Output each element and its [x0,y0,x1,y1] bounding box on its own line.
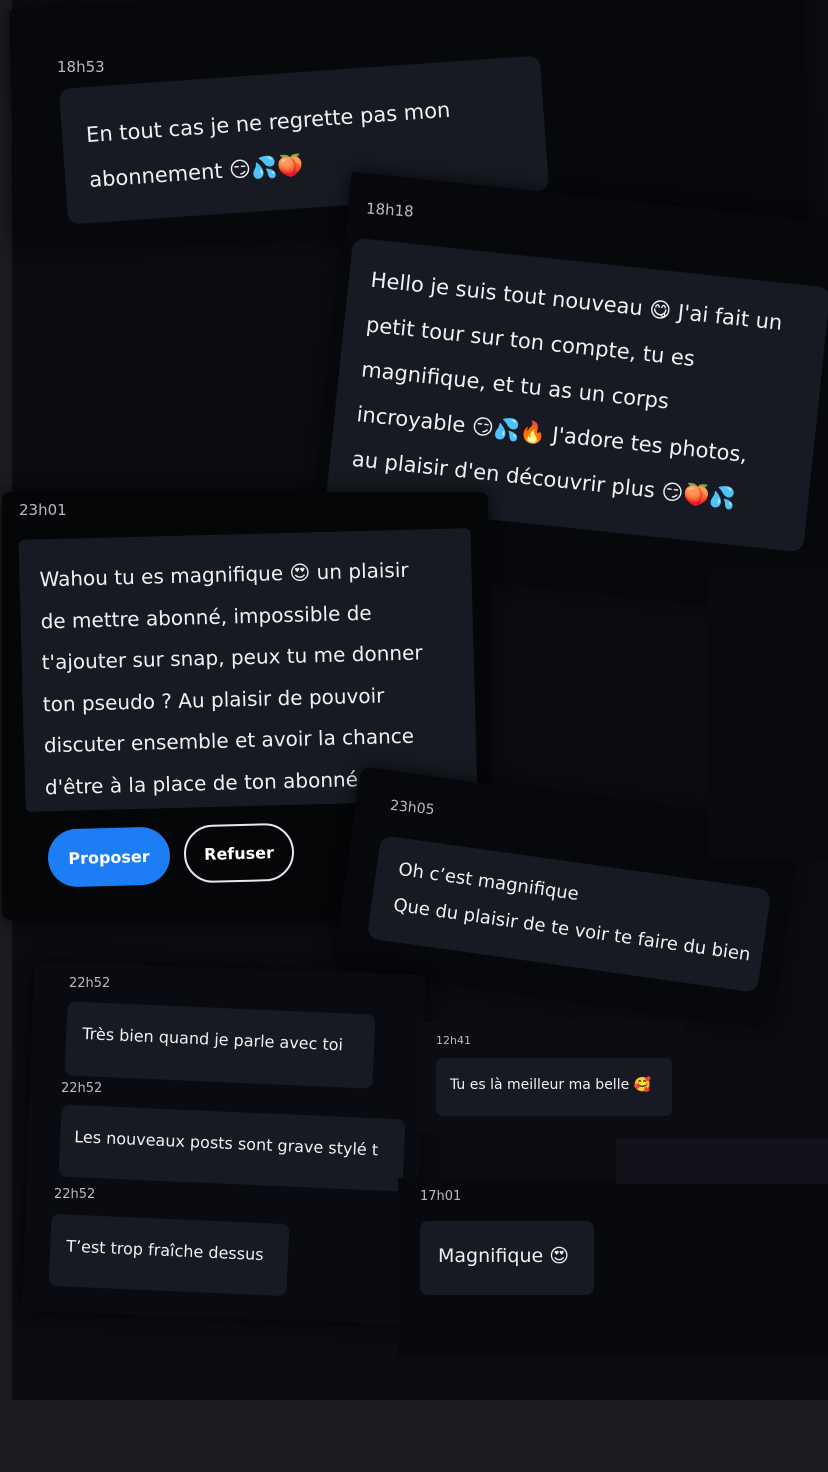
message-text: Tu es là meilleur ma belle 🥰 [450,1077,652,1093]
message-timestamp: 22h52 [61,1081,103,1096]
message-timestamp: 17h01 [420,1189,462,1204]
message-timestamp: 22h52 [54,1187,96,1202]
message-bubble: Les nouveaux posts sont grave stylé t [58,1104,406,1192]
background-panel [616,1138,828,1184]
message-text: Hello je suis tout nouveau 😋 J'ai fait u… [350,267,784,511]
message-text: Wahou tu es magnifique 😍 un plaisir de m… [39,557,423,799]
message-timestamp: 12h41 [436,1034,471,1047]
message-timestamp: 23h01 [19,501,67,519]
background-panel [708,570,828,860]
screenshot-collage: 18h53 En tout cas je ne regrette pas mon… [0,0,828,1472]
message-text: Magnifique 😍 [438,1245,570,1267]
message-text: T’est trop fraîche dessus [65,1236,264,1265]
message-bubble: Magnifique 😍 [420,1221,594,1295]
message-text: Les nouveaux posts sont grave stylé t [73,1127,379,1160]
message-bubble: T’est trop fraîche dessus [48,1213,290,1297]
message-bubble: Tu es là meilleur ma belle 🥰 [436,1058,672,1116]
refuse-button[interactable]: Refuser [183,822,295,884]
message-timestamp: 22h52 [69,976,111,991]
message-bubble: Très bien quand je parle avec toi [64,1001,376,1089]
propose-button[interactable]: Proposer [47,826,171,888]
message-timestamp: 18h53 [57,58,105,76]
message-text: Très bien quand je parle avec toi [81,1023,344,1055]
message-timestamp: 18h18 [365,199,415,221]
message-bubble: Wahou tu es magnifique 😍 un plaisir de m… [18,528,478,812]
